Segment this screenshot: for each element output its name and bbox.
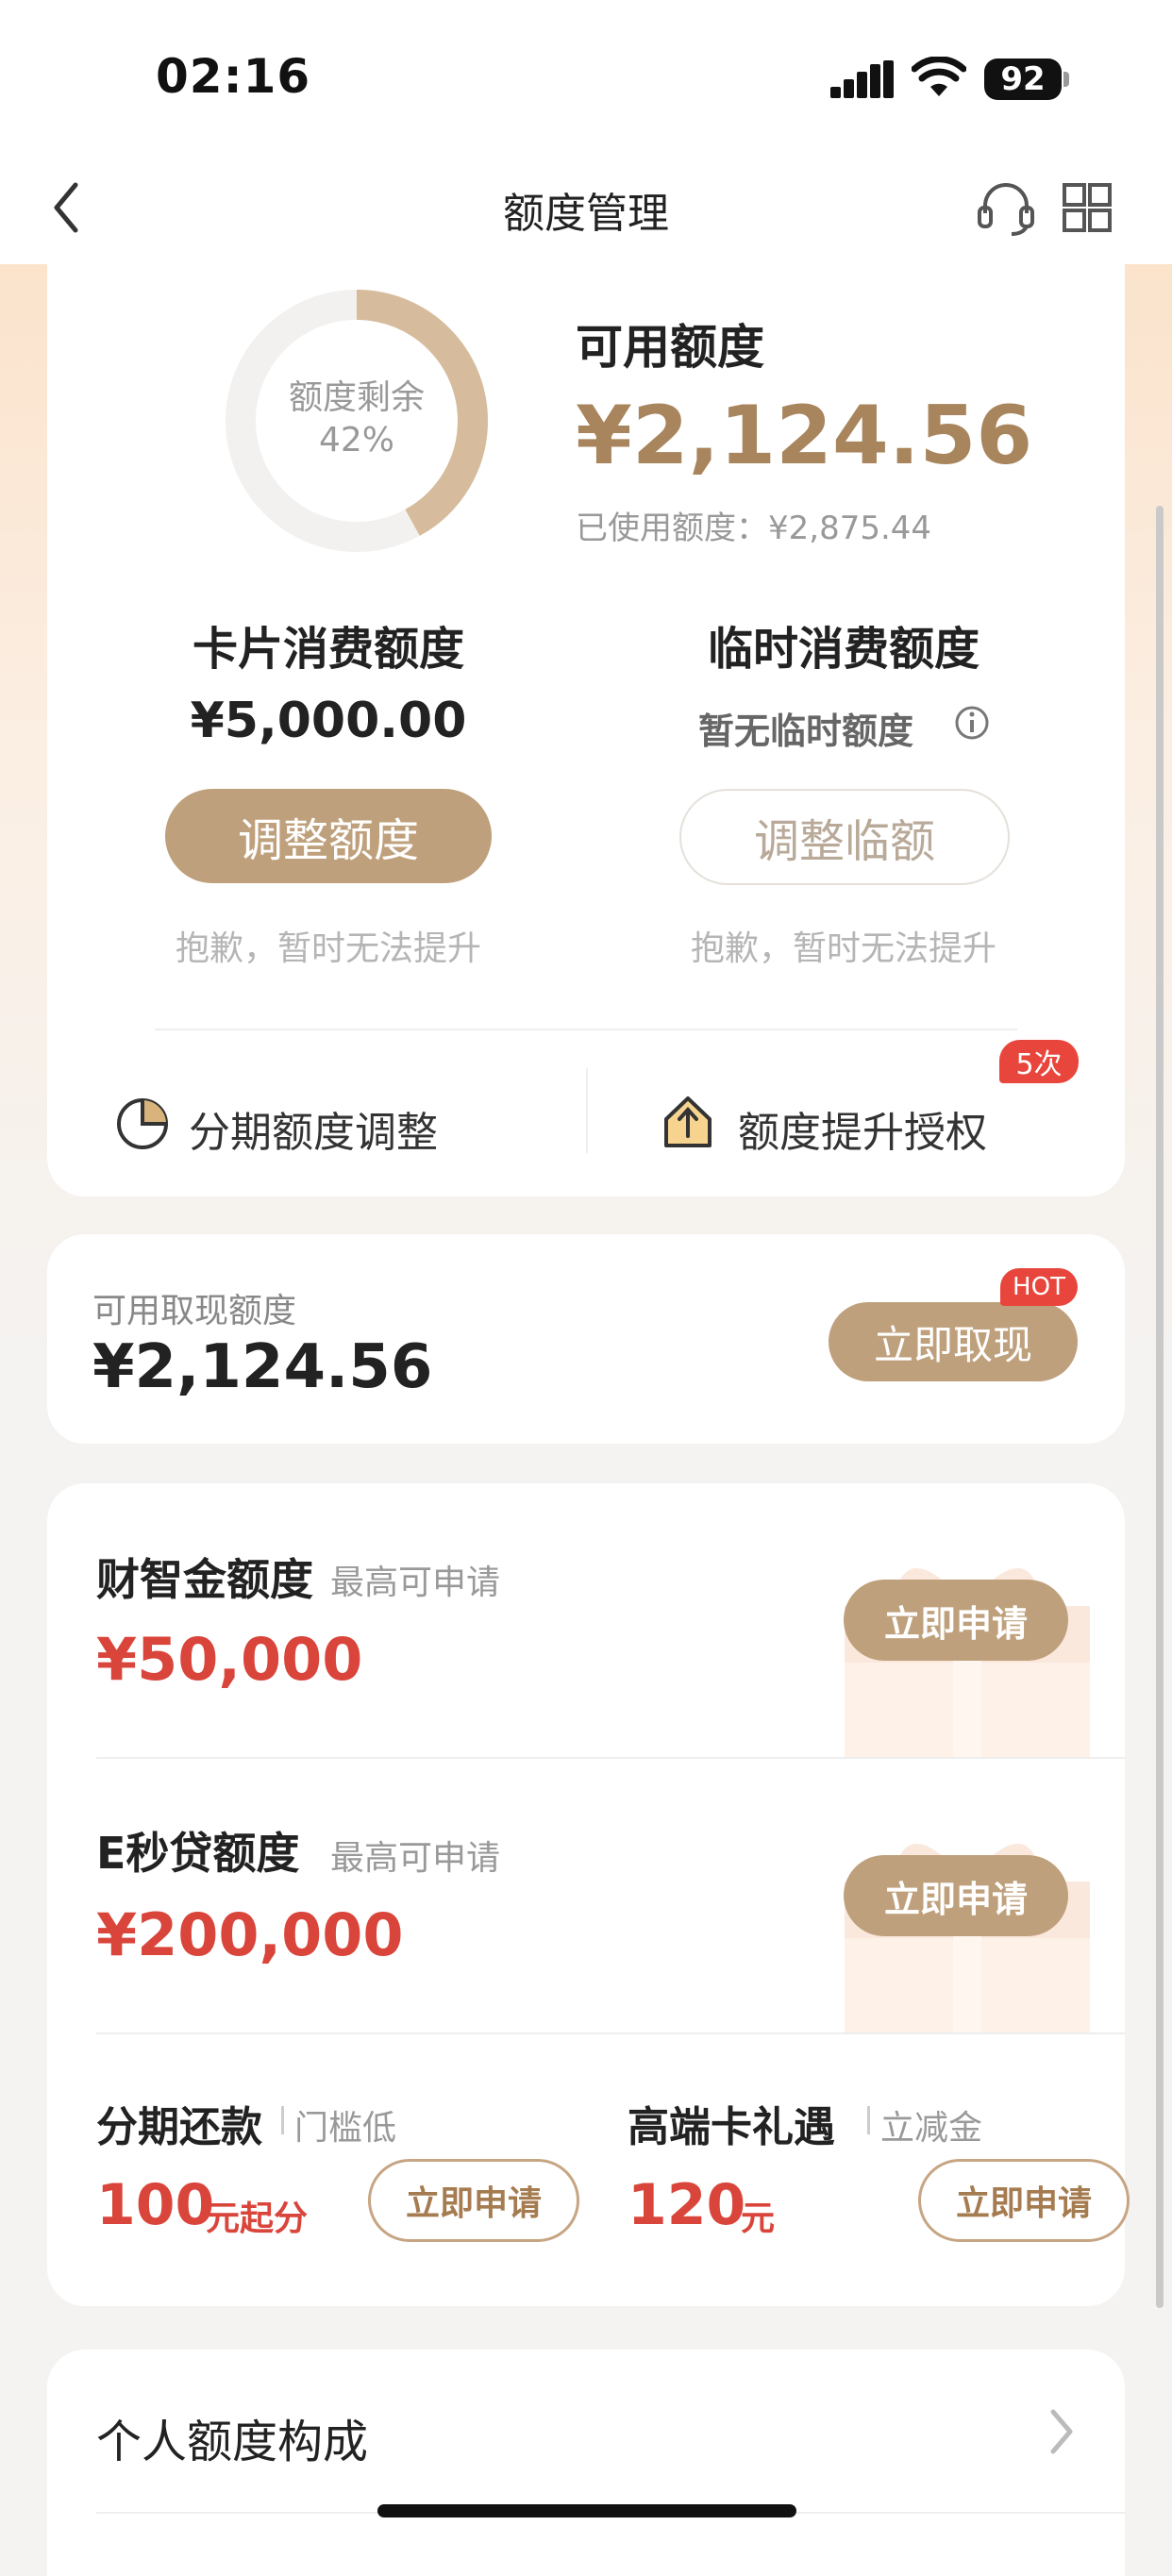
limit-composition-label: 个人额度构成 [96,2416,369,2468]
offer-title: 财智金额度 [96,1554,313,1605]
adjust-limit-button[interactable]: 调整额度 [165,789,492,883]
available-limit-value: ¥2,124.56 [576,389,1033,483]
scrollbar[interactable] [1156,506,1164,2308]
installment-repay-offer[interactable]: 分期还款 门槛低 100 元起分 立即申请 [47,2034,586,2306]
mini-offer-tag: 门槛低 [294,2109,397,2148]
hot-badge: HOT [1000,1268,1078,1306]
battery-indicator: 92 [984,59,1062,100]
installment-adjust-link[interactable]: 分期额度调整 [113,1066,547,1179]
pie-chart-icon [117,1098,168,1149]
adjust-temp-limit-button[interactable]: 调整临额 [679,789,1010,885]
offer-title: E秒贷额度 [96,1828,300,1879]
offer-amount: ¥200,000 [96,1900,404,1969]
cash-limit-card: 可用取现额度 ¥2,124.56 立即取现 HOT [47,1234,1125,1444]
premium-card-offer[interactable]: 高端卡礼遇 立减金 120 元 立即申请 [586,2034,1130,2306]
raise-auth-label: 额度提升授权 [738,1109,987,1157]
ring-label: 额度剩余 [288,378,425,417]
offer-subtitle: 最高可申请 [330,1839,501,1878]
used-limit-text: 已使用额度：¥2,875.44 [576,510,932,547]
withdraw-now-button[interactable]: 立即取现 [829,1302,1078,1381]
cash-limit-value: ¥2,124.56 [92,1332,433,1402]
cash-limit-label: 可用取现额度 [92,1292,297,1330]
status-bar: 02:16 92 [0,0,1172,151]
limit-composition-row[interactable]: 个人额度构成 [47,2350,1125,2512]
status-time: 02:16 [156,49,311,104]
mini-offer-title: 分期还款 [96,2103,262,2151]
chevron-right-icon [1050,2409,1073,2454]
links-separator [586,1068,588,1153]
card-limit-note: 抱歉，暂时无法提升 [175,929,481,968]
card-limit-value: ¥5,000.00 [190,693,467,749]
temp-limit-title: 临时消费额度 [707,623,979,676]
house-up-icon [664,1096,712,1147]
offer-item[interactable]: E秒贷额度 最高可申请 ¥200,000 立即申请 [47,1759,1125,2032]
apply-now-button[interactable]: 立即申请 [918,2159,1130,2242]
apply-now-button[interactable]: 立即申请 [368,2159,579,2242]
mini-offer-amount: 100 [96,2172,215,2238]
info-icon[interactable] [953,704,991,742]
temp-limit-value: 暂无临时额度 [698,711,914,752]
offer-subtitle: 最高可申请 [330,1564,501,1602]
offer-amount: ¥50,000 [96,1625,363,1694]
mini-offer-tag: 立减金 [880,2109,983,2148]
offer-item[interactable]: 财智金额度 最高可申请 ¥50,000 立即申请 [47,1483,1125,1757]
wifi-icon [912,57,966,96]
battery-tip [1063,72,1069,87]
mini-offer-amount: 120 [628,2172,746,2238]
apply-now-button[interactable]: 立即申请 [844,1580,1068,1661]
raise-auth-link[interactable]: 额度提升授权 [661,1066,1095,1179]
mini-offer-unit: 元 [741,2200,776,2238]
limit-composition-card: 个人额度构成 [47,2350,1125,2576]
tag-separator [867,2106,870,2134]
signal-icon [830,60,894,98]
section-divider [155,1029,1017,1030]
mini-offer-title: 高端卡礼遇 [628,2103,835,2151]
tag-separator [281,2106,284,2134]
limit-overview-card: 额度剩余 42% 可用额度 ¥2,124.56 已使用额度：¥2,875.44 … [47,236,1125,1196]
card-limit-title: 卡片消费额度 [192,623,464,676]
available-limit-label: 可用额度 [576,320,764,375]
raise-auth-count-badge: 5次 [999,1040,1079,1083]
installment-adjust-label: 分期额度调整 [189,1109,438,1157]
mini-offer-unit: 元起分 [206,2200,309,2238]
page-title: 额度管理 [503,190,669,238]
temp-limit-note: 抱歉，暂时无法提升 [690,929,996,968]
apply-now-button[interactable]: 立即申请 [844,1855,1068,1936]
loan-offers-card: 财智金额度 最高可申请 ¥50,000 立即申请 E秒贷额度 最高可申请 ¥20… [47,1483,1130,2306]
home-indicator[interactable] [377,2504,796,2517]
ring-percent: 42% [318,421,394,460]
